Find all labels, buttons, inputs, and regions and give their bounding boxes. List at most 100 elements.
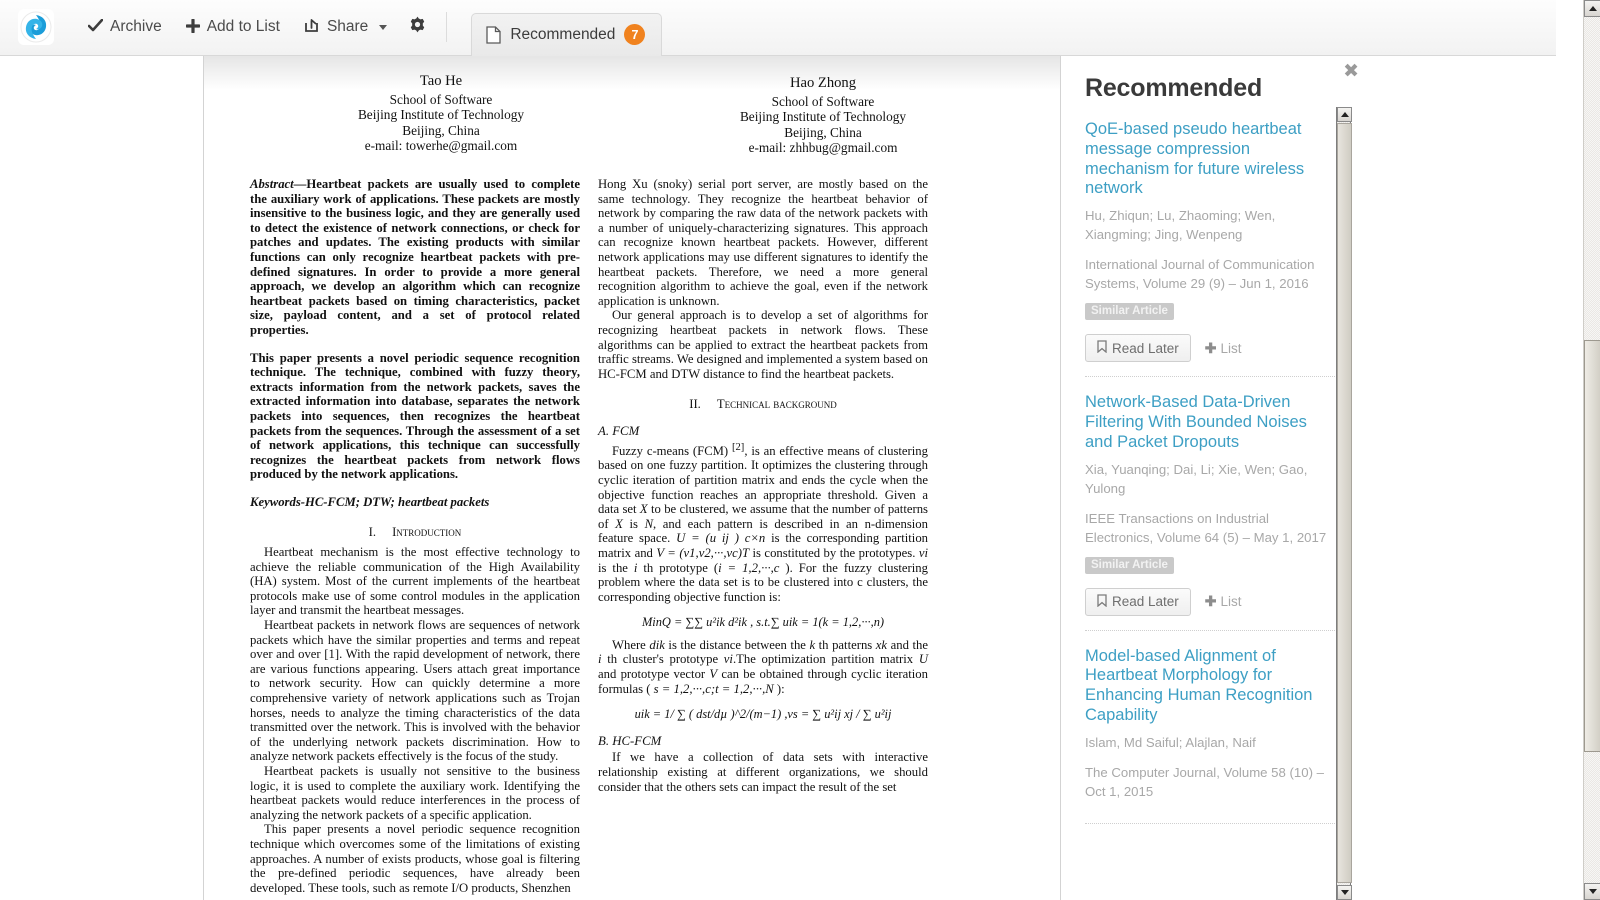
read-later-label: Read Later [1112, 340, 1179, 356]
author-1-name: Tao He [419, 73, 463, 89]
math-U2: U [918, 652, 928, 667]
top-toolbar: Archive Add to List Share Recommended 7 [0, 0, 1556, 56]
intro-paragraph-2: Heartbeat packets in network flows are s… [250, 618, 580, 764]
read-later-button[interactable]: Read Later [1085, 587, 1191, 616]
scroll-down-button[interactable] [1337, 885, 1352, 900]
window-scrollbar[interactable] [1583, 0, 1600, 900]
plus-icon: ✚ [1204, 593, 1217, 610]
add-to-list-button[interactable]: ✚ List [1205, 593, 1242, 610]
section-heading-technical-background: II. Technical background [598, 397, 928, 412]
math-vi: vi [918, 545, 928, 560]
fcm2-text-f: .The optimization partition matrix [732, 652, 919, 667]
recommendation-title-link[interactable]: Network-Based Data-Driven Filtering With… [1085, 393, 1335, 452]
recommended-panel-scrollbar[interactable] [1336, 107, 1352, 900]
math-vi2: vi [723, 652, 733, 667]
fcm-text-g: is constituted by the prototypes. [749, 545, 919, 560]
subsection-heading-fcm: A. FCM [598, 423, 640, 438]
intro-paragraph-4: This paper presents a novel periodic seq… [250, 822, 580, 895]
abstract-text: Heartbeat packets are usually used to co… [250, 177, 580, 337]
recommendation-authors: Islam, Md Saiful; Alajlan, Naif [1085, 734, 1256, 750]
triangle-up-icon [1588, 6, 1597, 11]
tab-recommended[interactable]: Recommended 7 [471, 12, 663, 56]
chevron-down-icon [379, 24, 388, 30]
recommendation-title-link[interactable]: QoE-based pseudo heartbeat message compr… [1085, 120, 1335, 199]
read-later-label: Read Later [1112, 594, 1179, 610]
document-icon [486, 25, 501, 44]
section-number: I. [368, 525, 377, 540]
fcm-text-a: Fuzzy c-means (FCM) [612, 443, 732, 458]
abstract-label: Abstract— [250, 177, 307, 192]
settings-button[interactable] [399, 8, 436, 46]
fcm-paragraph-2: Where dik is the distance between the k … [598, 638, 928, 696]
author-1-line-3: Beijing, China [402, 122, 480, 138]
check-icon [87, 18, 104, 36]
close-icon[interactable]: ✖ [1343, 62, 1359, 81]
math-xk: xk [875, 637, 888, 652]
math-V2: V [709, 667, 718, 682]
recommendation-actions: Read Later ✚ List [1085, 587, 1335, 616]
bookmark-icon [1097, 593, 1107, 610]
math-U: U = (u ij ) c×n [676, 531, 766, 546]
recommendation-source: International Journal of Communication S… [1085, 257, 1315, 292]
window-scroll-up-button[interactable] [1584, 0, 1600, 17]
equation-1: MinQ = ∑∑ u²ik d²ik , s.t.∑ uik = 1(k = … [641, 615, 885, 630]
plus-icon [185, 17, 201, 36]
share-icon [304, 18, 320, 36]
recommendation-authors: Xia, Yuanqing; Dai, Li; Xie, Wen; Gao, Y… [1085, 461, 1308, 496]
add-to-list-label: List [1220, 340, 1242, 356]
author-block: Tao He School of Software Beijing Instit… [204, 56, 1060, 155]
triangle-up-icon [1340, 112, 1349, 117]
bookmark-icon [1097, 340, 1107, 356]
author-1-line-2: Beijing Institute of Technology [357, 107, 525, 123]
page-title: Recommended [1085, 74, 1263, 102]
author-2-line-3: Beijing, China [784, 124, 862, 140]
fcm2-text-c: th patterns [815, 637, 876, 652]
triangle-down-icon [1340, 890, 1349, 895]
list-item: QoE-based pseudo heartbeat message compr… [1085, 116, 1335, 378]
author-1-line-1: School of Software [389, 92, 493, 108]
section-number: II. [689, 397, 701, 412]
share-button[interactable]: Share [292, 8, 399, 46]
fcm2-text-a: Where [612, 637, 650, 652]
keywords-line: Keywords-HC-FCM; DTW; heartbeat packets [250, 494, 490, 509]
recommendation-source: IEEE Transactions on Industrial Electron… [1085, 510, 1327, 545]
recommendation-authors: Hu, Zhiqun; Lu, Zhaoming; Wen, Xiangming… [1085, 208, 1276, 243]
archive-button[interactable]: Archive [76, 8, 174, 46]
window-scroll-down-button[interactable] [1584, 883, 1600, 900]
content-stage: Tao He School of Software Beijing Instit… [0, 56, 1556, 900]
deepdyve-logo-icon[interactable] [18, 9, 54, 45]
read-later-button[interactable]: Read Later [1085, 334, 1191, 363]
author-2-email: e-mail: zhhbug@gmail.com [748, 139, 898, 155]
add-to-list-label: List [1220, 594, 1242, 610]
window-scrollbar-thumb[interactable] [1584, 340, 1600, 752]
section-heading-introduction: I. Introduction [250, 525, 580, 540]
abstract-paragraph: Abstract—Heartbeat packets are usually u… [250, 177, 580, 338]
gear-icon [409, 16, 426, 38]
scroll-up-button[interactable] [1337, 107, 1352, 122]
subsection-heading-hcfcm: B. HC-FCM [598, 733, 662, 748]
author-1-email: e-mail: towerhe@gmail.com [364, 137, 518, 153]
add-to-list-button[interactable]: ✚ List [1205, 340, 1242, 357]
fcm-paragraph-1: Fuzzy c-means (FCM) [2], is an effective… [598, 441, 928, 605]
fcm-text-h: is the [598, 560, 634, 575]
intro-paragraph-3: Heartbeat packets is usually not sensiti… [250, 763, 580, 822]
add-to-list-button[interactable]: Add to List [174, 8, 292, 46]
toolbar-divider [446, 12, 448, 42]
recommendation-title-link[interactable]: Model-based Alignment of Heartbeat Morph… [1085, 647, 1335, 726]
paper-column-left: Abstract—Heartbeat packets are usually u… [250, 177, 580, 895]
plus-icon: ✚ [1204, 339, 1217, 356]
math-dik: dik [649, 637, 665, 652]
right-paragraph-1: Hong Xu (snoky) serial port server, are … [598, 177, 928, 308]
section-title: Introduction [392, 525, 462, 540]
add-to-list-label: Add to List [206, 18, 280, 35]
author-2: Hao Zhong School of Software Beijing Ins… [632, 74, 1014, 155]
math-iter: s = 1,2,···,c;t = 1,2,···,N [653, 681, 774, 696]
paper-column-right: Hong Xu (snoky) serial port server, are … [598, 177, 928, 895]
section-title: Technical background [716, 397, 837, 412]
scrollbar-thumb[interactable] [1337, 123, 1352, 883]
app-root: Archive Add to List Share Recommended 7 … [0, 0, 1600, 900]
archive-label: Archive [110, 18, 162, 35]
author-1: Tao He School of Software Beijing Instit… [250, 73, 632, 155]
equation-2: uik = 1/ ∑ ( dst/dµ )^2/(m−1) ,vs = ∑ u²… [634, 707, 892, 722]
math-i-range: i = 1,2,···,c [718, 560, 780, 575]
